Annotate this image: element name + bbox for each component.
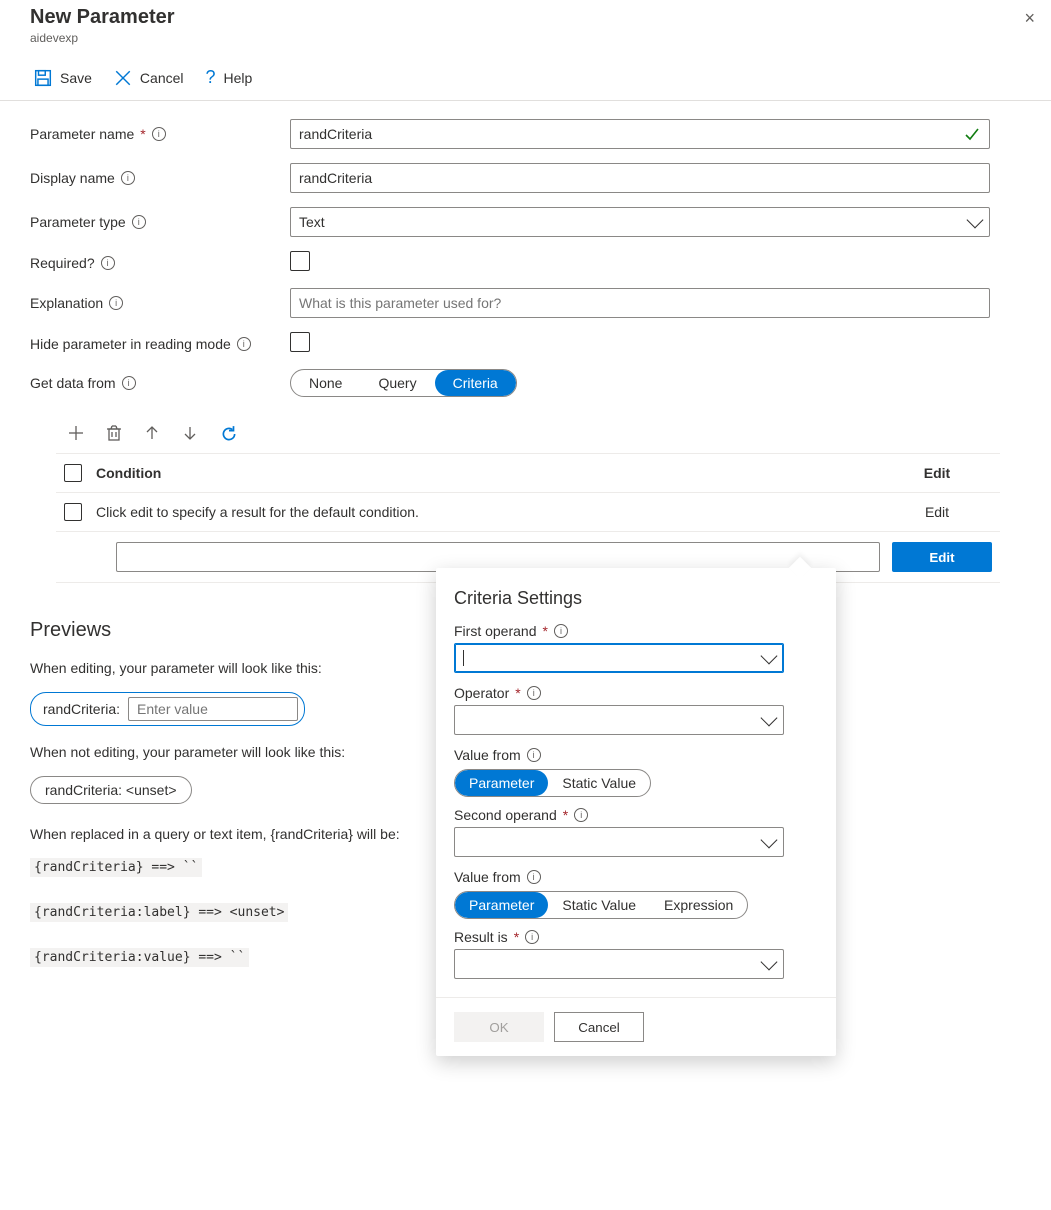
info-icon[interactable]: i bbox=[122, 376, 136, 390]
popup-cancel-button[interactable]: Cancel bbox=[554, 1012, 644, 1042]
first-operand-select[interactable] bbox=[454, 643, 784, 673]
check-icon bbox=[964, 126, 980, 145]
result-is-select[interactable] bbox=[454, 949, 784, 979]
pill-parameter[interactable]: Parameter bbox=[455, 892, 548, 918]
value-from-pills-1: ParameterStatic Value bbox=[454, 769, 651, 797]
explanation-label: Explanation i bbox=[30, 295, 290, 311]
required-checkbox[interactable] bbox=[290, 251, 310, 271]
page-subtitle: aidevexp bbox=[30, 31, 1051, 45]
pill-parameter[interactable]: Parameter bbox=[455, 770, 548, 796]
preview-code-1: {randCriteria} ==> `` bbox=[30, 858, 202, 877]
pill-criteria[interactable]: Criteria bbox=[435, 370, 516, 396]
required-label: Required? i bbox=[30, 255, 290, 271]
display-name-label: Display name i bbox=[30, 170, 290, 186]
get-data-from-pills: NoneQueryCriteria bbox=[290, 369, 517, 397]
info-icon[interactable]: i bbox=[527, 870, 541, 884]
info-icon[interactable]: i bbox=[237, 337, 251, 351]
delete-icon[interactable] bbox=[106, 425, 122, 441]
default-condition-text: Click edit to specify a result for the d… bbox=[96, 504, 419, 520]
second-operand-select[interactable] bbox=[454, 827, 784, 857]
chevron-down-icon bbox=[761, 832, 778, 849]
condition-header: Condition bbox=[96, 465, 161, 481]
parameter-type-select[interactable]: Text bbox=[290, 207, 990, 237]
row-edit-link[interactable]: Edit bbox=[882, 504, 992, 520]
info-icon[interactable]: i bbox=[152, 127, 166, 141]
help-icon: ? bbox=[206, 67, 216, 88]
page-title: New Parameter bbox=[30, 6, 1051, 29]
parameter-name-input[interactable] bbox=[290, 119, 990, 149]
add-icon[interactable] bbox=[68, 425, 84, 441]
parameter-type-label: Parameter type i bbox=[30, 214, 290, 230]
result-is-label: Result is* i bbox=[454, 929, 818, 945]
ok-button[interactable]: OK bbox=[454, 1012, 544, 1042]
preview-value-input[interactable] bbox=[128, 697, 298, 721]
value-from-label-2: Value from i bbox=[454, 869, 818, 885]
edit-header: Edit bbox=[882, 465, 992, 481]
select-all-checkbox[interactable] bbox=[64, 464, 82, 482]
criteria-settings-popup: Criteria Settings First operand* i Opera… bbox=[436, 568, 836, 1056]
display-name-input[interactable] bbox=[290, 163, 990, 193]
row-checkbox[interactable] bbox=[64, 503, 82, 521]
move-down-icon[interactable] bbox=[182, 425, 198, 441]
chevron-down-icon bbox=[761, 648, 778, 665]
preview-readonly-pill: randCriteria: <unset> bbox=[30, 776, 192, 804]
info-icon[interactable]: i bbox=[525, 930, 539, 944]
info-icon[interactable]: i bbox=[554, 624, 568, 638]
value-from-label-1: Value from i bbox=[454, 747, 818, 763]
get-data-from-label: Get data from i bbox=[30, 375, 290, 391]
save-icon bbox=[34, 69, 52, 87]
explanation-input[interactable] bbox=[290, 288, 990, 318]
cancel-button[interactable]: Cancel bbox=[114, 69, 184, 87]
cancel-icon bbox=[114, 69, 132, 87]
pill-none[interactable]: None bbox=[291, 370, 360, 396]
info-icon[interactable]: i bbox=[101, 256, 115, 270]
chevron-down-icon bbox=[761, 710, 778, 727]
save-button[interactable]: Save bbox=[34, 69, 92, 87]
preview-code-2: {randCriteria:label} ==> <unset> bbox=[30, 903, 288, 922]
operator-label: Operator* i bbox=[454, 685, 818, 701]
move-up-icon[interactable] bbox=[144, 425, 160, 441]
chevron-down-icon bbox=[761, 954, 778, 971]
popup-title: Criteria Settings bbox=[454, 588, 818, 609]
chevron-down-icon bbox=[967, 212, 984, 229]
info-icon[interactable]: i bbox=[574, 808, 588, 822]
pill-query[interactable]: Query bbox=[360, 370, 434, 396]
pill-expression[interactable]: Expression bbox=[650, 892, 747, 918]
preview-editing-pill: randCriteria: bbox=[30, 692, 305, 726]
second-operand-label: Second operand* i bbox=[454, 807, 818, 823]
help-button[interactable]: ? Help bbox=[206, 67, 253, 88]
pill-static-value[interactable]: Static Value bbox=[548, 770, 650, 796]
first-operand-label: First operand* i bbox=[454, 623, 818, 639]
info-icon[interactable]: i bbox=[109, 296, 123, 310]
info-icon[interactable]: i bbox=[527, 748, 541, 762]
info-icon[interactable]: i bbox=[121, 171, 135, 185]
close-icon[interactable]: × bbox=[1024, 8, 1035, 29]
info-icon[interactable]: i bbox=[132, 215, 146, 229]
pill-static-value[interactable]: Static Value bbox=[548, 892, 650, 918]
edit-button[interactable]: Edit bbox=[892, 542, 992, 572]
refresh-icon[interactable] bbox=[220, 425, 236, 441]
info-icon[interactable]: i bbox=[527, 686, 541, 700]
parameter-name-label: Parameter name* i bbox=[30, 126, 290, 142]
preview-code-3: {randCriteria:value} ==> `` bbox=[30, 948, 249, 967]
operator-select[interactable] bbox=[454, 705, 784, 735]
value-from-pills-2: ParameterStatic ValueExpression bbox=[454, 891, 748, 919]
hide-reading-label: Hide parameter in reading mode i bbox=[30, 336, 290, 352]
hide-reading-checkbox[interactable] bbox=[290, 332, 310, 352]
